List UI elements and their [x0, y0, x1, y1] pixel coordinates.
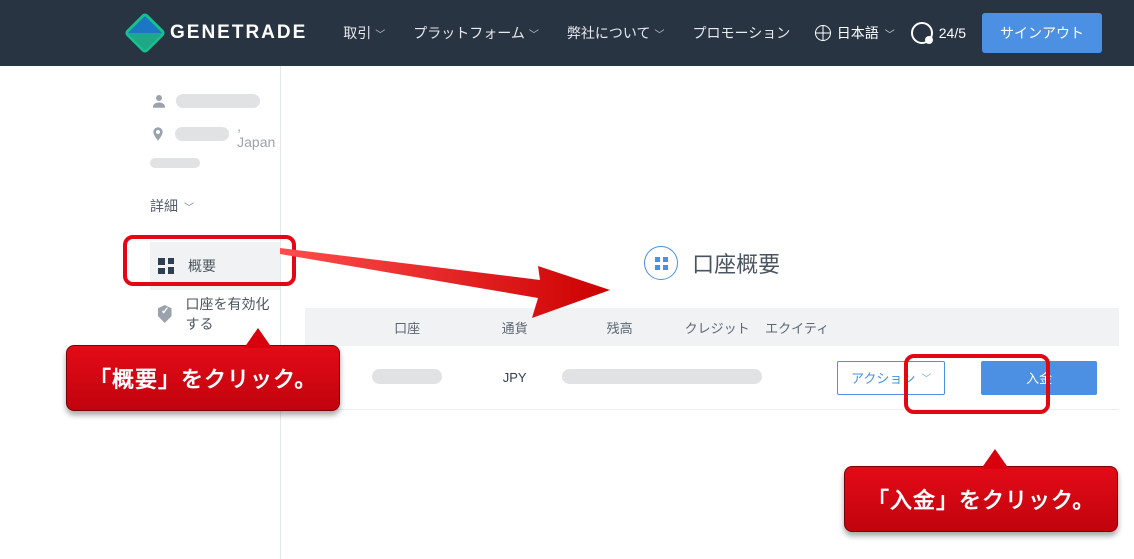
sidebar-item-label: 概要 — [188, 256, 216, 276]
deposit-button[interactable]: 入金 — [981, 361, 1097, 395]
header-bar: GENETRADE 取引 ﹀ プラットフォーム ﹀ 弊社について ﹀ プロモーシ… — [0, 0, 1134, 66]
globe-icon — [815, 25, 831, 41]
nav-promo[interactable]: プロモーション — [692, 23, 790, 43]
chevron-down-icon: ﹀ — [921, 370, 931, 385]
support-info[interactable]: 24/5 — [911, 22, 966, 44]
details-toggle[interactable]: 詳細 ﹀ — [150, 196, 280, 216]
grid-icon — [158, 258, 174, 274]
sidebar-item-overview[interactable]: 概要 — [150, 242, 280, 290]
chevron-down-icon: ﹀ — [184, 199, 194, 214]
balance-redacted — [562, 369, 762, 384]
support-label: 24/5 — [939, 25, 966, 41]
nav-trade[interactable]: 取引 ﹀ — [343, 23, 385, 43]
account-table: 口座 通貨 残高 クレジット エクイティ › JPY アクション — [305, 308, 1119, 410]
profile-block: , Japan — [150, 92, 280, 168]
language-selector[interactable]: 日本語 ﹀ — [815, 23, 895, 43]
shield-icon — [158, 305, 172, 323]
account-id-redacted — [372, 369, 442, 384]
action-label: アクション — [851, 368, 915, 387]
profile-location-row: , Japan — [150, 118, 280, 150]
pin-icon — [150, 125, 167, 143]
user-icon — [150, 92, 168, 110]
profile-name-row — [150, 92, 280, 110]
main-nav: 取引 ﹀ プラットフォーム ﹀ 弊社について ﹀ プロモーション — [343, 23, 790, 43]
brand-logo[interactable]: GENETRADE — [130, 18, 307, 48]
details-label: 詳細 — [150, 196, 178, 216]
col-account: 口座 — [347, 318, 467, 337]
nav-about-label: 弊社について — [567, 23, 651, 43]
nav-platform-label: プラットフォーム — [413, 23, 525, 43]
col-balance: 残高 — [562, 318, 677, 337]
annotation-callout-overview: 「概要」をクリック。 — [66, 345, 340, 411]
sidebar: , Japan 詳細 ﹀ 概要 口座を有効化する — [0, 66, 281, 559]
logo-icon — [124, 12, 166, 54]
nav-trade-label: 取引 — [343, 23, 371, 43]
page-title: 口座概要 — [281, 246, 1134, 280]
nav-promo-label: プロモーション — [692, 23, 790, 43]
chevron-down-icon: ﹀ — [375, 26, 385, 41]
row-currency: JPY — [467, 370, 562, 385]
chevron-down-icon: ﹀ — [885, 26, 895, 41]
headset-icon — [911, 22, 933, 44]
profile-id-row — [150, 158, 280, 168]
profile-id-redacted — [150, 158, 200, 168]
nav-about[interactable]: 弊社について ﹀ — [567, 23, 665, 43]
table-header: 口座 通貨 残高 クレジット エクイティ — [305, 308, 1119, 346]
brand-name: GENETRADE — [170, 22, 307, 44]
page-title-text: 口座概要 — [692, 247, 780, 279]
signout-button[interactable]: サインアウト — [982, 13, 1102, 53]
annotation-callout-deposit: 「入金」をクリック。 — [844, 466, 1118, 532]
table-row: › JPY アクション ﹀ 入金 — [305, 346, 1119, 410]
nav-platform[interactable]: プラットフォーム ﹀ — [413, 23, 539, 43]
col-equity: エクイティ — [757, 318, 837, 337]
signout-label: サインアウト — [1000, 25, 1084, 41]
profile-country: , Japan — [237, 118, 280, 150]
deposit-label: 入金 — [1026, 368, 1052, 387]
profile-city-redacted — [175, 127, 229, 141]
col-credit: クレジット — [677, 318, 757, 337]
overview-circle-icon — [644, 246, 678, 280]
col-currency: 通貨 — [467, 318, 562, 337]
annotation-text: 「概要」をクリック。 — [89, 367, 317, 392]
action-dropdown[interactable]: アクション ﹀ — [837, 361, 945, 395]
chevron-down-icon: ﹀ — [529, 26, 539, 41]
profile-name-redacted — [176, 94, 260, 108]
language-label: 日本語 — [837, 23, 879, 43]
annotation-text: 「入金」をクリック。 — [867, 488, 1095, 513]
chevron-down-icon: ﹀ — [654, 26, 664, 41]
